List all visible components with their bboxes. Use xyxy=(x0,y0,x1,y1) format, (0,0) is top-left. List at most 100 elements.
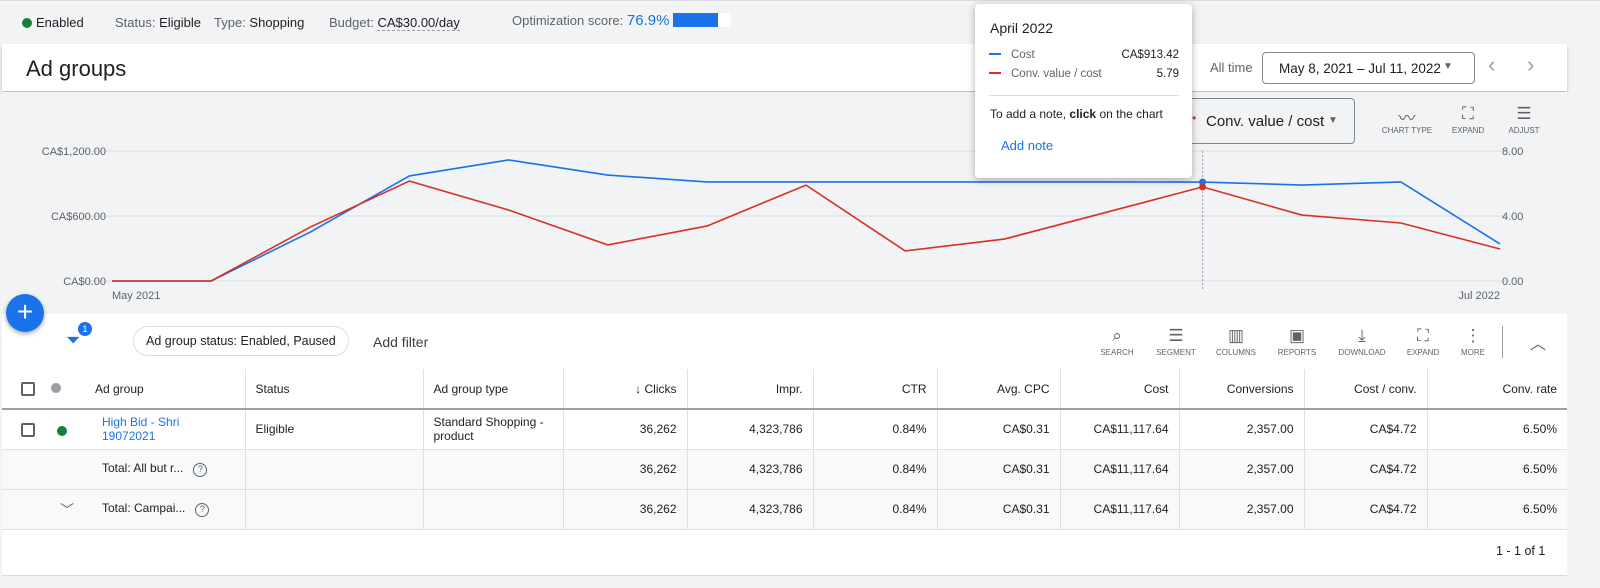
toolbar-download-button[interactable]: ⤓ DOWNLOAD xyxy=(1332,326,1392,357)
tooltip-row-cost: Cost CA$913.42 xyxy=(989,49,1179,61)
status-cell: Eligible xyxy=(245,409,424,450)
metric-selector-2[interactable]: • Conv. value / cost ▼ xyxy=(1175,98,1355,144)
collapse-button[interactable]: ︿ xyxy=(1530,330,1546,354)
page-title: Ad groups xyxy=(26,56,127,81)
filter-button[interactable]: ⏷ 1 xyxy=(66,322,92,351)
metric-color-dot-icon: • xyxy=(1192,111,1197,125)
segment-icon: ☰ xyxy=(1168,326,1184,345)
data-point xyxy=(1199,183,1207,191)
pagination-info: 1 - 1 of 1 xyxy=(1496,544,1546,558)
ctr-cell: 0.84% xyxy=(813,489,938,530)
chart-expand-button[interactable]: ⛶ EXPAND xyxy=(1438,104,1498,135)
divider xyxy=(989,95,1179,96)
header-cost-per-conv[interactable]: Cost / conv. xyxy=(1304,369,1428,410)
adjust-icon: ☰ xyxy=(1516,104,1532,123)
conv-rate-cell: 6.50% xyxy=(1427,449,1567,490)
row-checkbox[interactable] xyxy=(21,423,35,437)
avg-cpc-cell: CA$0.31 xyxy=(937,449,1061,490)
cost-cell: CA$11,117.64 xyxy=(1060,449,1180,490)
add-note-button[interactable]: Add note xyxy=(1001,138,1053,153)
line-chart-icon: 〰 xyxy=(1398,109,1416,128)
chart-type-button[interactable]: 〰 CHART TYPE xyxy=(1377,104,1437,135)
conv-rate-cell: 6.50% xyxy=(1427,409,1567,450)
more-icon: ⋮ xyxy=(1464,326,1482,345)
select-all-checkbox[interactable] xyxy=(21,381,35,396)
optimization-score[interactable]: Optimization score: 76.9% xyxy=(512,12,732,29)
cost-legend-icon xyxy=(989,53,1001,55)
header-cost[interactable]: Cost xyxy=(1060,369,1180,410)
toolbar-segment-button[interactable]: ☰ SEGMENT xyxy=(1146,326,1206,357)
tooltip-note-hint: To add a note, click on the chart xyxy=(990,107,1163,121)
campaign-summary-bar: Enabled Status: Eligible Type: Shopping … xyxy=(0,0,1600,44)
add-filter-button[interactable]: Add filter xyxy=(373,334,428,350)
toolbar-search-button[interactable]: ⌕ SEARCH xyxy=(1087,326,1147,357)
optimization-score-fill xyxy=(673,13,718,27)
type-cell: Standard Shopping - product xyxy=(423,409,564,450)
tooltip-row-conv-value: Conv. value / cost 5.79 xyxy=(989,68,1179,80)
filter-icon: ⏷ xyxy=(66,330,81,350)
series-line-conv-value-cost xyxy=(112,180,1501,282)
next-period-button[interactable]: › xyxy=(1527,52,1534,78)
toolbar-columns-button[interactable]: ▥ COLUMNS xyxy=(1206,326,1266,357)
header-ad-group-type[interactable]: Ad group type xyxy=(423,369,564,410)
help-icon[interactable]: ? xyxy=(195,503,210,517)
total-label-cell: Total: All but r...? xyxy=(2,449,246,490)
header-conv-rate[interactable]: Conv. rate xyxy=(1427,369,1567,410)
header-avg-cpc[interactable]: Avg. CPC xyxy=(937,369,1061,410)
ad-group-link[interactable]: High Bid - Shri 19072021 xyxy=(102,415,192,443)
header-conversions[interactable]: Conversions xyxy=(1179,369,1305,410)
enabled-dot-icon xyxy=(57,426,67,436)
previous-period-button[interactable]: ‹ xyxy=(1488,52,1495,78)
chart-adjust-button[interactable]: ☰ ADJUST xyxy=(1494,104,1554,135)
header-ctr[interactable]: CTR xyxy=(813,369,938,410)
clicks-cell: 36,262 xyxy=(563,409,688,450)
download-icon: ⤓ xyxy=(1358,326,1366,345)
left-axis-tick-label: CA$600.00 xyxy=(51,211,106,223)
avg-cpc-cell: CA$0.31 xyxy=(937,489,1061,530)
help-icon[interactable]: ? xyxy=(193,463,208,477)
left-axis-tick-label: CA$0.00 xyxy=(63,276,106,288)
header-impr[interactable]: Impr. xyxy=(687,369,814,410)
left-axis-tick-label: CA$1,200.00 xyxy=(42,146,106,158)
total-label-cell: ﹀ Total: Campai...? xyxy=(2,489,246,530)
optimization-score-bar xyxy=(673,13,732,27)
impr-cell: 4,323,786 xyxy=(687,449,814,490)
reports-icon: ▣ xyxy=(1288,326,1306,345)
expand-icon: ⛶ xyxy=(1462,104,1474,123)
filter-chip-ad-group-status[interactable]: Ad group status: Enabled, Paused xyxy=(133,326,349,356)
table-row: High Bid - Shri 19072021 Eligible Standa… xyxy=(2,409,1567,450)
toolbar-more-button[interactable]: ⋮ MORE xyxy=(1443,326,1503,357)
tooltip-title: April 2022 xyxy=(990,20,1054,36)
header-status[interactable]: Status xyxy=(245,369,424,410)
chevron-up-icon: ︿ xyxy=(1530,336,1547,353)
sort-down-icon: ↓ xyxy=(635,381,645,396)
header-ad-group[interactable]: Ad group xyxy=(2,369,246,410)
clicks-cell: 36,262 xyxy=(563,489,688,530)
cost-per-conv-cell: CA$4.72 xyxy=(1304,489,1428,530)
page-header: Ad groups All time May 8, 2021 – Jul 11,… xyxy=(2,44,1567,91)
add-button[interactable]: + xyxy=(6,294,44,332)
type-info: Type: Shopping xyxy=(214,15,305,30)
x-axis-tick-label: Jul 2022 xyxy=(1458,290,1500,302)
conversions-cell: 2,357.00 xyxy=(1179,489,1305,530)
avg-cpc-cell: CA$0.31 xyxy=(937,409,1061,450)
total-row: Total: All but r...? 36,262 4,323,786 0.… xyxy=(2,449,1567,490)
date-range-picker[interactable]: May 8, 2021 – Jul 11, 2022 ▼ xyxy=(1262,52,1475,84)
total-row: ﹀ Total: Campai...? 36,262 4,323,786 0.84… xyxy=(2,489,1567,530)
budget-info[interactable]: Budget: CA$30.00/day xyxy=(329,15,460,31)
conv-rate-cell: 6.50% xyxy=(1427,489,1567,530)
header-clicks[interactable]: ↓ Clicks xyxy=(563,369,688,410)
conversions-cell: 2,357.00 xyxy=(1179,409,1305,450)
dropdown-arrow-icon: ▼ xyxy=(1443,61,1453,72)
impr-cell: 4,323,786 xyxy=(687,409,814,450)
status-info: Status: Eligible xyxy=(115,15,202,30)
series-line-cost xyxy=(112,159,1501,282)
status-dot-icon xyxy=(22,18,32,28)
cost-cell: CA$11,117.64 xyxy=(1060,489,1180,530)
toolbar-reports-button[interactable]: ▣ REPORTS xyxy=(1267,326,1327,357)
enabled-status[interactable]: Enabled xyxy=(22,15,84,30)
status-dot-icon xyxy=(51,382,61,393)
chevron-down-icon[interactable]: ﹀ xyxy=(60,500,74,520)
ctr-cell: 0.84% xyxy=(813,449,938,490)
impr-cell: 4,323,786 xyxy=(687,489,814,530)
